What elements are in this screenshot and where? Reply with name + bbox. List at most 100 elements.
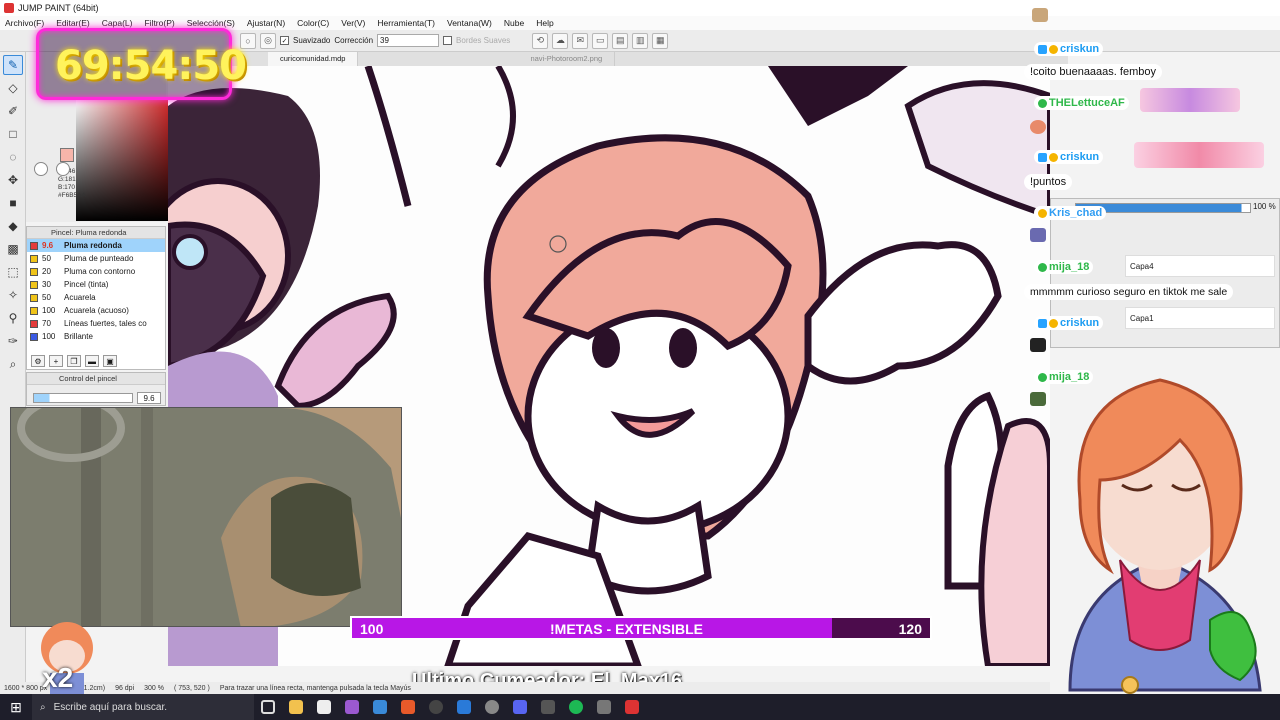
correction-input[interactable]: 39 (377, 34, 440, 47)
chat-nick: Kris_chad (1049, 207, 1103, 219)
spotify-icon[interactable] (562, 694, 590, 720)
menu-ver[interactable]: Ver(V) (341, 18, 365, 28)
vscode-icon[interactable] (450, 694, 478, 720)
menu-nube[interactable]: Nube (504, 18, 524, 28)
menu-filtro[interactable]: Filtro(P) (144, 18, 174, 28)
brush-item[interactable]: 70 Líneas fuertes, tales co (27, 317, 165, 330)
timer-value: 69:54:50 (55, 43, 247, 89)
search-icon: ⌕ (40, 701, 46, 713)
brush-color-swatch (30, 254, 38, 263)
tab-navi-photoroom[interactable]: navi-Photoroom2.png (518, 52, 616, 66)
magic-wand-icon[interactable]: ✧ (3, 285, 23, 305)
chat-nick: criskun (1060, 43, 1100, 55)
brush-copy-icon[interactable]: ❐ (67, 355, 81, 367)
menu-editar[interactable]: Editar(E) (56, 18, 90, 28)
smoothing-checkbox[interactable]: ✓ (280, 36, 289, 45)
webcam-image (11, 408, 401, 626)
file-explorer-icon[interactable] (282, 694, 310, 720)
taskbar-search[interactable]: ⌕ Escribe aquí para buscar. (32, 694, 254, 720)
brush-add-icon[interactable]: + (49, 355, 63, 367)
pen-app-icon[interactable] (338, 694, 366, 720)
windows-start-icon[interactable]: ⊞ (0, 694, 32, 720)
brush-size: 9.6 (42, 241, 54, 250)
bucket-tool-icon[interactable]: ◆ (3, 216, 23, 236)
menu-color[interactable]: Color(C) (297, 18, 329, 28)
layers-icon[interactable]: ▥ (632, 32, 649, 49)
menu-capa[interactable]: Capa(L) (102, 18, 133, 28)
brush-name: Pluma de punteado (64, 254, 134, 263)
brush-settings-icon[interactable]: ⚙ (31, 355, 45, 367)
eraser-tool-icon[interactable]: ◇ (3, 78, 23, 98)
rotate-icon[interactable]: ⟲ (532, 32, 549, 49)
stream-chat: criskun !coito buenaaaas. femboy THELett… (1022, 0, 1280, 420)
goal-current: 100 (360, 621, 384, 637)
brush-size-value[interactable]: 9.6 (137, 392, 161, 404)
status-bar: 1600 * 800 px (42.3 * 21.2cm) 96 dpi 300… (0, 682, 1050, 694)
chat-message: mmmmm curioso seguro en tiktok me sale (1024, 284, 1234, 300)
pen-tool-icon[interactable]: ✎ (3, 55, 23, 75)
brush-color-swatch (30, 332, 38, 341)
brush-item[interactable]: 30 Pincel (tinta) (27, 278, 165, 291)
text-tool-icon[interactable]: ✑ (3, 331, 23, 351)
soft-edges-label: Bordes Suaves (456, 36, 511, 45)
windows-store-icon[interactable] (366, 694, 394, 720)
soft-edges-checkbox[interactable] (443, 36, 453, 45)
media-icon[interactable] (534, 694, 562, 720)
brush-item[interactable]: 50 Acuarela (27, 291, 165, 304)
menu-ventana[interactable]: Ventana(W) (447, 18, 492, 28)
menu-archivo[interactable]: Archivo(F) (5, 18, 44, 28)
palette-icon[interactable] (56, 162, 70, 176)
discord-icon[interactable] (506, 694, 534, 720)
select-tool-icon[interactable]: □ (3, 124, 23, 144)
tab-curicomunidad[interactable]: curicomunidad.mdp (268, 52, 359, 66)
brush-panel-actions: ⚙ + ❐ ▬ ▣ (27, 355, 117, 367)
menu-help[interactable]: Help (536, 18, 553, 28)
chat-username: Kris_chad (1034, 206, 1107, 220)
brush-size: 50 (42, 254, 51, 263)
menu-herramienta[interactable]: Herramienta(T) (377, 18, 435, 28)
page-icon[interactable]: ▤ (612, 32, 629, 49)
obs-icon[interactable] (422, 694, 450, 720)
chat-nick: mija_18 (1049, 261, 1090, 273)
photos-icon[interactable] (590, 694, 618, 720)
brush-item[interactable]: 20 Pluma con contorno (27, 265, 165, 278)
brush-item[interactable]: 100 Acuarela (acuoso) (27, 304, 165, 317)
brush-folder-icon[interactable]: ▬ (85, 355, 99, 367)
chat-message: !puntos (1024, 174, 1073, 190)
grid-icon[interactable]: ▦ (652, 32, 669, 49)
settings-icon[interactable] (478, 694, 506, 720)
color-picker-field[interactable] (76, 97, 174, 221)
zoom-tool-icon[interactable]: ⌕ (3, 354, 23, 374)
webcam-feed (10, 407, 402, 627)
menu-ajustar[interactable]: Ajustar(N) (247, 18, 285, 28)
jump-paint-taskbar-icon[interactable] (618, 694, 646, 720)
brave-browser-icon[interactable] (394, 694, 422, 720)
gradient-tool-icon[interactable]: ▩ (3, 239, 23, 259)
notion-icon[interactable] (310, 694, 338, 720)
chat-username: criskun (1034, 42, 1104, 56)
monitor-icon[interactable]: ▭ (592, 32, 609, 49)
color-wheel-icon[interactable] (34, 162, 48, 176)
eyedropper-icon[interactable]: ⚲ (3, 308, 23, 328)
status-zoom: 300 % (144, 684, 164, 692)
brush-size-slider[interactable] (33, 393, 133, 403)
shape-tool-icon[interactable]: ⬚ (3, 262, 23, 282)
brush-item[interactable]: 100 Brillante (27, 330, 165, 343)
brush-panel-title: Pincel: Pluma redonda (27, 227, 165, 239)
aa-on-icon[interactable]: ◎ (260, 32, 276, 49)
pepe-emote-icon (1030, 392, 1046, 406)
move-tool-icon[interactable]: ✥ (3, 170, 23, 190)
fill-tool-icon[interactable]: ■ (3, 193, 23, 213)
avatar-illustration (1068, 378, 1262, 694)
menu-seleccion[interactable]: Selección(S) (187, 18, 235, 28)
multiplier-badge: x2 (42, 662, 74, 693)
brush-item[interactable]: 50 Pluma de punteado (27, 252, 165, 265)
task-view-icon[interactable] (254, 694, 282, 720)
brush-delete-icon[interactable]: ▣ (103, 355, 117, 367)
cloud-icon[interactable]: ☁ (552, 32, 569, 49)
brush-tool-icon[interactable]: ✐ (3, 101, 23, 121)
lasso-tool-icon[interactable]: ◌ (3, 147, 23, 167)
chat-icon[interactable]: ✉ (572, 32, 589, 49)
brush-item[interactable]: 9.6 Pluma redonda (27, 239, 165, 252)
current-color-swatch[interactable] (60, 148, 74, 162)
